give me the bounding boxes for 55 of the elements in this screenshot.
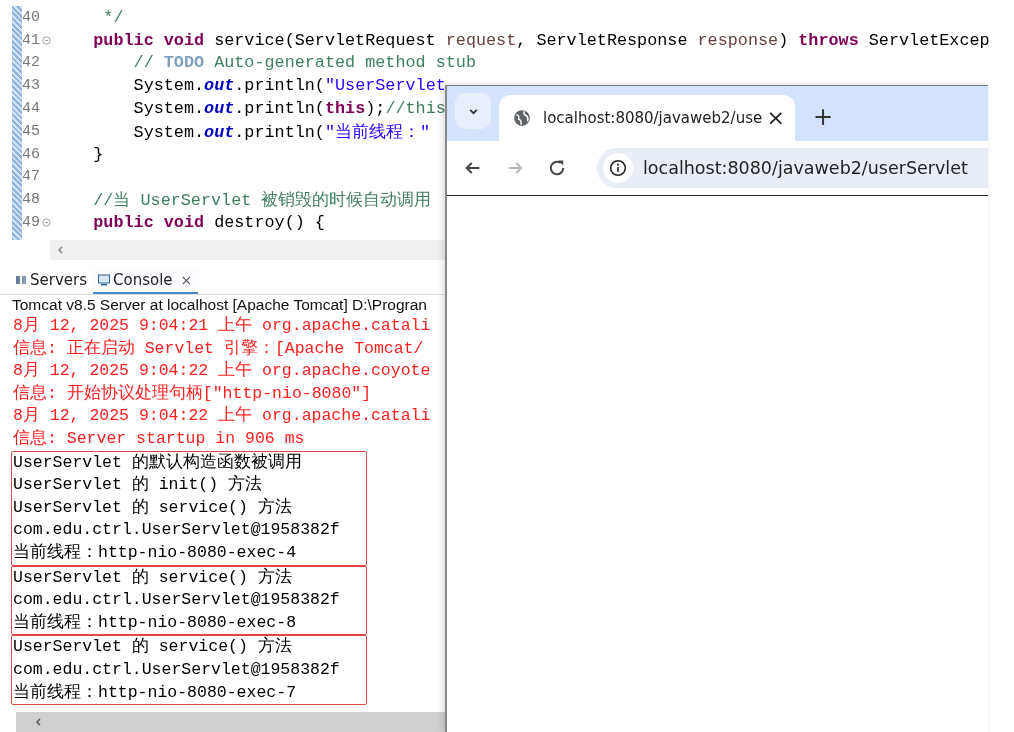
line-number: 44 <box>22 100 41 118</box>
log-line: 信息: 正在启动 Servlet 引擎：[Apache Tomcat/ <box>13 337 425 360</box>
line-number: 40 <box>22 8 41 26</box>
servers-icon <box>14 273 28 287</box>
output-line: com.edu.ctrl.UserServlet@1958382f <box>12 519 341 542</box>
output-line: 当前线程：http-nio-8080-exec-7 <box>12 681 298 704</box>
code-line: //当 UserServlet 被销毁的时候自动调用 <box>92 190 432 212</box>
output-line: 当前线程：http-nio-8080-exec-4 <box>12 541 298 564</box>
log-line: 8月 12, 2025 9:04:22 上午 org.apache.coyote <box>13 360 432 383</box>
collapse-icon[interactable] <box>42 218 51 228</box>
output-line: UserServlet 的 service() 方法 <box>12 566 293 589</box>
horizontal-scrollbar[interactable] <box>50 240 445 260</box>
code-line: System.out.println("UserServlet <box>132 76 446 96</box>
line-number: 48 <box>22 191 41 209</box>
view-tab[interactable]: Servers <box>0 268 93 294</box>
log-line: 8月 12, 2025 9:04:22 上午 org.apache.catali <box>13 405 432 428</box>
collapse-icon[interactable] <box>42 35 51 45</box>
console-description: Tomcat v8.5 Server at localhost [Apache Tomcat] D:\Progran <box>11 295 428 315</box>
log-line: 信息: Server startup in 906 ms <box>13 427 306 450</box>
code-line: System.out.println(this);//this <box>132 99 446 119</box>
code-line: public void destroy() { <box>92 213 325 233</box>
reload-icon[interactable] <box>547 158 567 178</box>
tab-title: localhost:8080/javaweb2/use <box>543 109 764 127</box>
code-line: */ <box>102 7 124 27</box>
output-line: com.edu.ctrl.UserServlet@1958382f <box>12 589 341 612</box>
output-line: UserServlet 的默认构造函数被调用 <box>12 451 303 474</box>
output-line: UserServlet 的 service() 方法 <box>12 636 293 659</box>
scroll-left-icon[interactable] <box>56 245 66 255</box>
output-line: 当前线程：http-nio-8080-exec-8 <box>12 611 298 634</box>
close-tab-button[interactable]: × <box>766 107 785 129</box>
line-number: 45 <box>22 122 41 140</box>
tab-search-button[interactable] <box>455 93 491 129</box>
output-line: UserServlet 的 service() 方法 <box>12 496 293 519</box>
output-line: UserServlet 的 init() 方法 <box>12 474 264 497</box>
address-bar[interactable]: localhost:8080/javaweb2/userServlet <box>597 148 988 188</box>
log-line: 8月 12, 2025 9:04:21 上午 org.apache.catali <box>13 315 432 337</box>
code-line: public void service(ServletRequest request, ServletResponse response) throws ServletExcep <box>92 30 990 50</box>
info-icon[interactable] <box>609 159 627 177</box>
browser-tab[interactable]: localhost:8080/javaweb2/use × <box>499 95 795 141</box>
code-line: // TODO Auto-generated method stub <box>132 53 476 73</box>
monitor-icon <box>97 273 111 287</box>
line-number: 42 <box>22 54 41 72</box>
view-tab[interactable]: Console × <box>93 268 199 294</box>
line-number: 46 <box>22 145 41 163</box>
line-number: 47 <box>22 168 41 186</box>
globe-icon <box>513 109 531 127</box>
log-line: 信息: 开始协议处理句柄["http-nio-8080"] <box>13 382 373 405</box>
scroll-left-icon[interactable] <box>34 717 44 727</box>
output-line: com.edu.ctrl.UserServlet@1958382f <box>12 658 341 681</box>
code-line: } <box>92 144 104 164</box>
line-number: 41 <box>22 31 41 49</box>
line-number: 43 <box>22 77 41 95</box>
new-tab-button[interactable]: + <box>813 105 834 129</box>
code-line: System.out.println("当前线程：" <box>132 121 431 143</box>
line-number: 49 <box>22 214 41 232</box>
